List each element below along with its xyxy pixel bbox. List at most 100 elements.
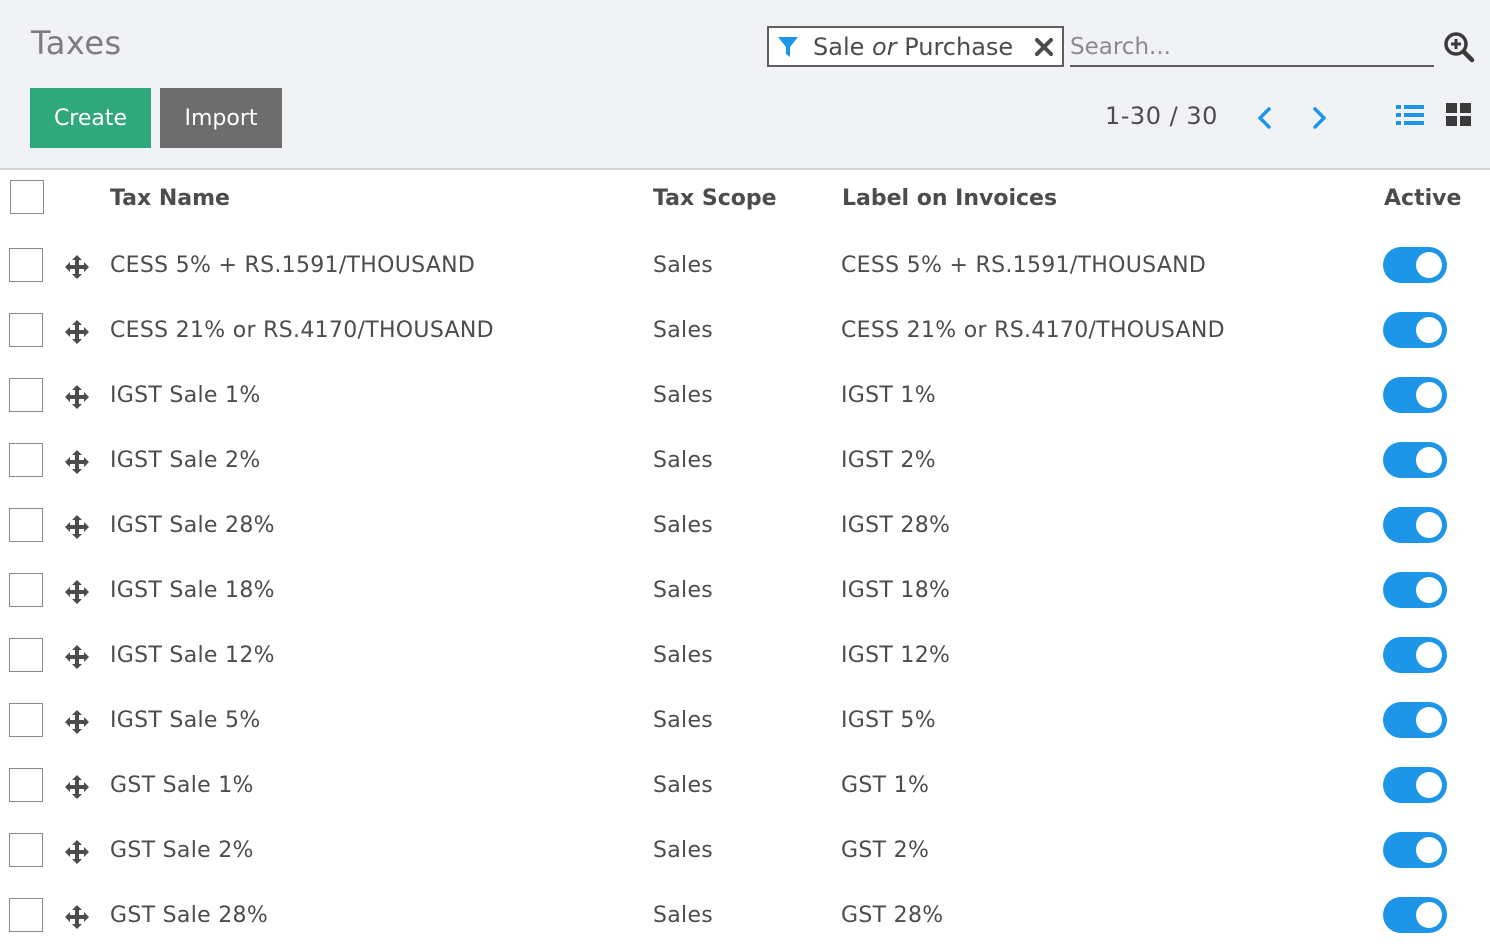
toggle-knob <box>1416 317 1442 343</box>
active-toggle[interactable] <box>1383 377 1447 413</box>
tax-scope-cell: Sales <box>653 448 714 473</box>
toggle-knob <box>1416 577 1442 603</box>
active-toggle[interactable] <box>1383 897 1447 933</box>
select-all-checkbox[interactable] <box>10 180 44 214</box>
tax-name-cell: IGST Sale 12% <box>110 643 275 668</box>
active-toggle[interactable] <box>1383 702 1447 738</box>
toggle-knob <box>1416 772 1442 798</box>
active-toggle[interactable] <box>1383 767 1447 803</box>
table-row[interactable]: IGST Sale 28% Sales IGST 28% <box>0 492 1490 557</box>
toggle-knob <box>1416 642 1442 668</box>
row-checkbox[interactable] <box>9 378 43 412</box>
tax-name-cell: CESS 5% + RS.1591/THOUSAND <box>110 253 476 278</box>
move-arrows-icon[interactable] <box>62 447 92 477</box>
column-tax-name[interactable]: Tax Name <box>110 186 230 211</box>
toggle-knob <box>1416 837 1442 863</box>
search-input[interactable] <box>1070 28 1434 67</box>
table-row[interactable]: IGST Sale 18% Sales IGST 18% <box>0 557 1490 622</box>
close-icon[interactable] <box>1034 37 1054 57</box>
chevron-left-icon[interactable] <box>1250 102 1278 134</box>
create-button[interactable]: Create <box>30 88 151 148</box>
row-checkbox[interactable] <box>9 313 43 347</box>
facet-label: Sale or Purchase <box>813 32 1014 61</box>
chevron-right-icon[interactable] <box>1306 102 1334 134</box>
tax-scope-cell: Sales <box>653 903 714 928</box>
table-row[interactable]: IGST Sale 1% Sales IGST 1% <box>0 362 1490 427</box>
tax-name-cell: IGST Sale 2% <box>110 448 261 473</box>
row-checkbox[interactable] <box>9 638 43 672</box>
move-arrows-icon[interactable] <box>62 317 92 347</box>
active-toggle[interactable] <box>1383 832 1447 868</box>
row-checkbox[interactable] <box>9 508 43 542</box>
pager-value[interactable]: 1-30 / 30 <box>1105 102 1218 130</box>
grid-icon[interactable] <box>1444 101 1474 129</box>
row-checkbox[interactable] <box>9 248 43 282</box>
invoice-label-cell: IGST 1% <box>841 383 936 408</box>
tax-name-cell: GST Sale 1% <box>110 773 254 798</box>
tax-scope-cell: Sales <box>653 773 714 798</box>
page-title: Taxes <box>31 24 122 62</box>
row-checkbox[interactable] <box>9 573 43 607</box>
table-row[interactable]: IGST Sale 2% Sales IGST 2% <box>0 427 1490 492</box>
row-checkbox[interactable] <box>9 898 43 932</box>
invoice-label-cell: IGST 28% <box>841 513 951 538</box>
toggle-knob <box>1416 512 1442 538</box>
tax-scope-cell: Sales <box>653 253 714 278</box>
tax-list: Tax Name Tax Scope Label on Invoices Act… <box>0 170 1490 947</box>
tax-name-cell: GST Sale 2% <box>110 838 254 863</box>
active-toggle[interactable] <box>1383 507 1447 543</box>
move-arrows-icon[interactable] <box>62 512 92 542</box>
table-row[interactable]: CESS 21% or RS.4170/THOUSAND Sales CESS 21… <box>0 297 1490 362</box>
move-arrows-icon[interactable] <box>62 577 92 607</box>
active-toggle[interactable] <box>1383 247 1447 283</box>
move-arrows-icon[interactable] <box>62 772 92 802</box>
invoice-label-cell: GST 1% <box>841 773 930 798</box>
tax-scope-cell: Sales <box>653 513 714 538</box>
table-row[interactable]: GST Sale 28% Sales GST 28% <box>0 882 1490 947</box>
active-toggle[interactable] <box>1383 312 1447 348</box>
move-arrows-icon[interactable] <box>62 642 92 672</box>
move-arrows-icon[interactable] <box>62 837 92 867</box>
row-checkbox[interactable] <box>9 703 43 737</box>
list-icon[interactable] <box>1395 102 1425 128</box>
table-header: Tax Name Tax Scope Label on Invoices Act… <box>0 170 1490 232</box>
tax-name-cell: IGST Sale 1% <box>110 383 261 408</box>
invoice-label-cell: GST 28% <box>841 903 944 928</box>
active-toggle[interactable] <box>1383 637 1447 673</box>
tax-name-cell: IGST Sale 18% <box>110 578 275 603</box>
import-button[interactable]: Import <box>160 88 282 148</box>
tax-scope-cell: Sales <box>653 708 714 733</box>
search-plus-icon[interactable] <box>1442 30 1476 64</box>
tax-scope-cell: Sales <box>653 643 714 668</box>
table-body: CESS 5% + RS.1591/THOUSAND Sales CESS 5% +… <box>0 232 1490 947</box>
toggle-knob <box>1416 902 1442 928</box>
tax-scope-cell: Sales <box>653 578 714 603</box>
table-row[interactable]: GST Sale 2% Sales GST 2% <box>0 817 1490 882</box>
active-toggle[interactable] <box>1383 572 1447 608</box>
active-toggle[interactable] <box>1383 442 1447 478</box>
row-checkbox[interactable] <box>9 768 43 802</box>
search-facet[interactable]: Sale or Purchase <box>767 26 1064 67</box>
move-arrows-icon[interactable] <box>62 902 92 932</box>
move-arrows-icon[interactable] <box>62 707 92 737</box>
move-arrows-icon[interactable] <box>62 252 92 282</box>
table-row[interactable]: GST Sale 1% Sales GST 1% <box>0 752 1490 817</box>
row-checkbox[interactable] <box>9 833 43 867</box>
tax-name-cell: IGST Sale 5% <box>110 708 261 733</box>
column-label-on-invoices[interactable]: Label on Invoices <box>842 186 1057 211</box>
tax-name-cell: CESS 21% or RS.4170/THOUSAND <box>110 318 494 343</box>
tax-scope-cell: Sales <box>653 838 714 863</box>
column-tax-scope[interactable]: Tax Scope <box>653 186 777 211</box>
table-row[interactable]: IGST Sale 5% Sales IGST 5% <box>0 687 1490 752</box>
row-checkbox[interactable] <box>9 443 43 477</box>
table-row[interactable]: IGST Sale 12% Sales IGST 12% <box>0 622 1490 687</box>
invoice-label-cell: IGST 2% <box>841 448 936 473</box>
column-active[interactable]: Active <box>1384 186 1461 211</box>
tax-scope-cell: Sales <box>653 383 714 408</box>
toggle-knob <box>1416 707 1442 733</box>
invoice-label-cell: IGST 5% <box>841 708 936 733</box>
move-arrows-icon[interactable] <box>62 382 92 412</box>
toggle-knob <box>1416 382 1442 408</box>
invoice-label-cell: CESS 21% or RS.4170/THOUSAND <box>841 318 1225 343</box>
table-row[interactable]: CESS 5% + RS.1591/THOUSAND Sales CESS 5% +… <box>0 232 1490 297</box>
